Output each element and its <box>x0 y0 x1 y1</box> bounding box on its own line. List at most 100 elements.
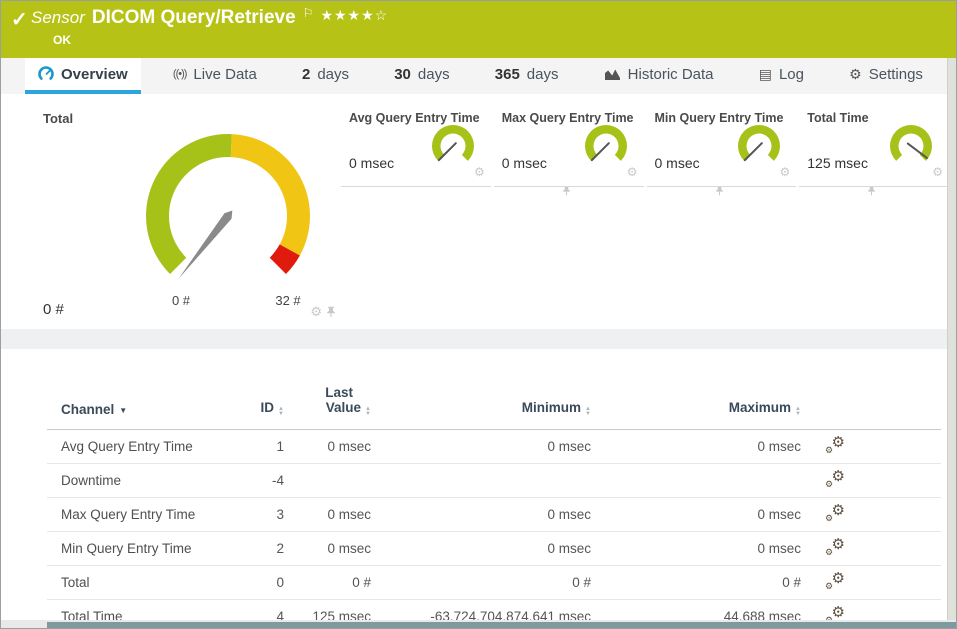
sensor-kind-label: Sensor <box>31 8 85 28</box>
tab-365-days[interactable]: 365days <box>482 58 572 94</box>
channels-table-body: Avg Query Entry Time 1 0 msec 0 msec 0 m… <box>47 430 941 622</box>
channel-settings-icon[interactable]: ⚙⚙ <box>825 538 845 556</box>
tab-label: Settings <box>869 66 923 83</box>
tab-log[interactable]: ▤ Log <box>746 58 817 94</box>
flag-icon: ⚐ <box>303 6 314 20</box>
live-data-icon: ((•)) <box>173 68 187 80</box>
scrollbar[interactable] <box>947 58 956 620</box>
column-header-actions <box>801 417 941 429</box>
gauge-actions: ⚙ <box>932 165 943 179</box>
gear-icon[interactable]: ⚙ <box>474 165 485 179</box>
cell-channel: Max Query Entry Time <box>47 507 207 522</box>
column-header-last-value[interactable]: LastValue▲▼ <box>284 385 371 429</box>
cell-maximum: 0 # <box>591 575 801 590</box>
gauge-title: Total <box>43 111 73 126</box>
tab-bar: Overview((•))Live Data2days30days365days… <box>1 58 956 94</box>
column-header-minimum[interactable]: Minimum▲▼ <box>371 400 591 429</box>
cell-maximum: 0 msec <box>591 507 801 522</box>
table-row: Total Time 4 125 msec -63,724,704,874,64… <box>47 600 941 622</box>
table-row: Downtime -4 ⚙⚙ <box>47 464 941 498</box>
mini-gauge-panel: Max Query Entry Time 0 msec ⚙ <box>494 101 644 187</box>
gauge-scale-max: 32 # <box>266 293 310 308</box>
mini-gauge-chart <box>429 121 477 169</box>
cell-minimum: 0 msec <box>371 541 591 556</box>
gauge-scale-min: 0 # <box>159 293 203 308</box>
settings-gear-icon: ⚙ <box>849 66 862 83</box>
tab-number: 30 <box>394 66 411 83</box>
column-header-maximum[interactable]: Maximum ▲▼ <box>591 400 801 429</box>
tab-number: 365 <box>495 66 520 83</box>
log-icon: ▤ <box>759 66 772 83</box>
cell-channel: Total <box>47 575 207 590</box>
gauges-panel: Total 0 # 32 # 0 # ⚙ Avg Query Entry Tim… <box>33 101 949 330</box>
gear-icon[interactable]: ⚙ <box>627 165 638 179</box>
column-header-id[interactable]: ID▲▼ <box>207 400 284 429</box>
channel-settings-icon[interactable]: ⚙⚙ <box>825 470 845 488</box>
gauge-value: 0 # <box>43 301 64 318</box>
gear-icon[interactable]: ⚙ <box>310 304 322 320</box>
column-header-channel[interactable]: Channel▼ <box>47 402 207 429</box>
tab-overview[interactable]: Overview <box>25 58 141 94</box>
channel-settings-icon[interactable]: ⚙⚙ <box>825 436 845 454</box>
cell-minimum: 0 msec <box>371 507 591 522</box>
gear-icon[interactable]: ⚙ <box>779 165 790 179</box>
column-label: Maximum <box>729 400 791 415</box>
tab-label: days <box>317 66 349 83</box>
sensor-header: ✓ Sensor DICOM Query/Retrieve ⚐ ★★★★☆ OK <box>1 1 956 58</box>
cell-actions: ⚙⚙ <box>801 470 941 491</box>
mini-gauge-value: 0 msec <box>502 155 547 171</box>
cell-id: 1 <box>207 439 284 454</box>
total-gauge-chart <box>136 124 320 308</box>
table-row: Max Query Entry Time 3 0 msec 0 msec 0 m… <box>47 498 941 532</box>
cell-id: 2 <box>207 541 284 556</box>
tab-label: Log <box>779 66 804 83</box>
mini-gauge-chart <box>887 121 935 169</box>
column-label: Value <box>326 400 361 415</box>
cell-last-value: 0 # <box>284 575 371 590</box>
channel-settings-icon[interactable]: ⚙⚙ <box>825 572 845 590</box>
column-label: Minimum <box>522 400 581 415</box>
mini-gauge-chart <box>735 121 783 169</box>
gear-icon[interactable]: ⚙ <box>932 165 943 179</box>
tab-live-data[interactable]: ((•))Live Data <box>160 58 270 94</box>
table-row: Total 0 0 # 0 # 0 # ⚙⚙ <box>47 566 941 600</box>
cell-channel: Min Query Entry Time <box>47 541 207 556</box>
mini-gauge-value: 0 msec <box>655 155 700 171</box>
cell-actions: ⚙⚙ <box>801 436 941 457</box>
mini-gauge-value: 125 msec <box>807 155 868 171</box>
tab-settings[interactable]: ⚙ Settings <box>836 58 936 94</box>
cell-id: 0 <box>207 575 284 590</box>
mini-gauges-row: Avg Query Entry Time 0 msec ⚙ Max Query … <box>341 101 949 187</box>
gauge-actions: ⚙ <box>474 165 485 179</box>
gauge-total-panel: Total 0 # 32 # 0 # ⚙ <box>33 101 341 329</box>
mini-gauge-title: Total Time <box>807 111 868 125</box>
priority-stars[interactable]: ★★★★☆ <box>320 7 388 24</box>
table-row: Avg Query Entry Time 1 0 msec 0 msec 0 m… <box>47 430 941 464</box>
tab-30-days[interactable]: 30 days <box>381 58 462 94</box>
tab-label: Overview <box>61 66 128 83</box>
cell-last-value: 0 msec <box>284 507 371 522</box>
mini-gauge-panel: Total Time 125 msec ⚙ <box>799 101 949 187</box>
channels-table-header: Channel▼ ID▲▼ LastValue▲▼ Minimum▲▼ Maxi… <box>47 349 941 430</box>
pin-icon[interactable] <box>326 306 336 318</box>
gauge-actions: ⚙ <box>310 304 336 320</box>
gauge-actions: ⚙ <box>779 165 790 179</box>
channels-table: Channel▼ ID▲▼ LastValue▲▼ Minimum▲▼ Maxi… <box>47 349 941 622</box>
status-badge: OK <box>53 33 71 47</box>
sort-icon: ▲▼ <box>795 407 801 417</box>
cell-actions: ⚙⚙ <box>801 504 941 525</box>
cell-channel: Downtime <box>47 473 207 488</box>
sorted-desc-icon: ▼ <box>119 406 127 415</box>
cell-id: -4 <box>207 473 284 488</box>
cell-last-value: 0 msec <box>284 439 371 454</box>
mini-gauge-chart <box>582 121 630 169</box>
cell-actions: ⚙⚙ <box>801 572 941 593</box>
tab-2-days[interactable]: 2days <box>289 58 362 94</box>
tab-label: days <box>418 66 450 83</box>
channel-settings-icon[interactable]: ⚙⚙ <box>825 504 845 522</box>
mini-gauge-panel: Avg Query Entry Time 0 msec ⚙ <box>341 101 491 187</box>
section-divider <box>1 329 956 349</box>
sensor-title-line: Sensor DICOM Query/Retrieve ⚐ ★★★★☆ <box>31 7 388 29</box>
gauge-icon <box>38 66 54 82</box>
tab-historic-data[interactable]: Historic Data <box>591 58 727 94</box>
